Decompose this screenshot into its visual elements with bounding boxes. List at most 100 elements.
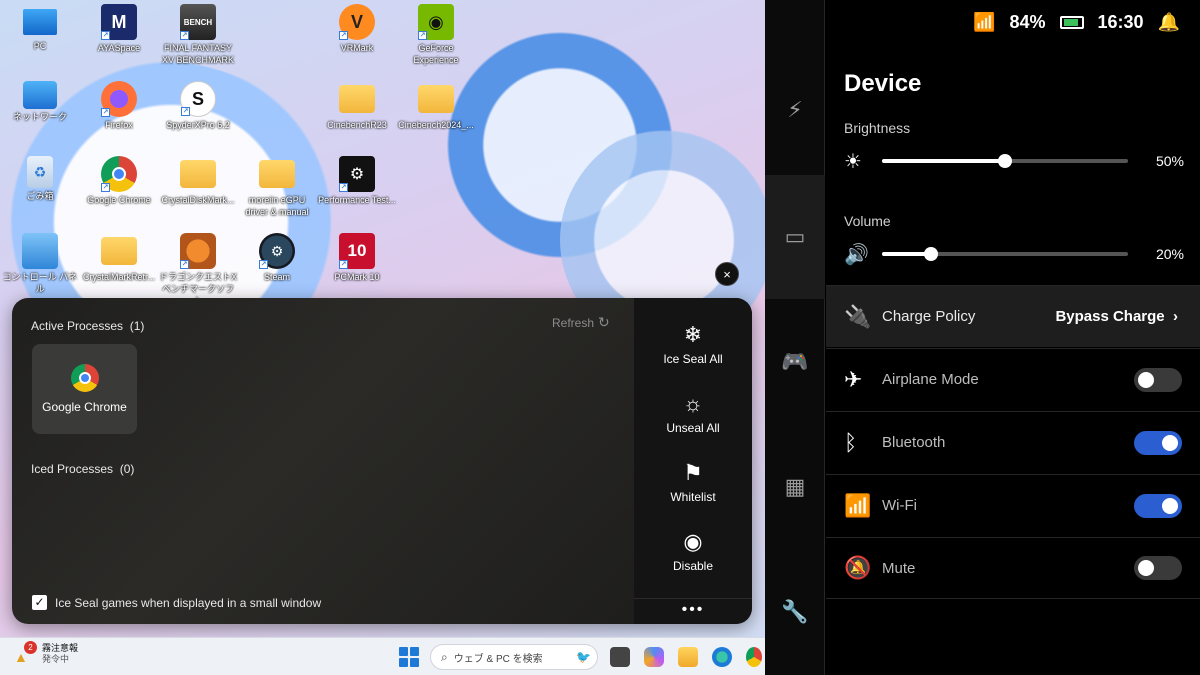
desktop-icon-crystalmark[interactable]: CrystalMarkRetr... (79, 233, 159, 283)
desktop-icon-performance-test[interactable]: ⚙ ↗ Performance Test... (317, 156, 397, 206)
desktop-icon-ayaspace[interactable]: M ↗ AYASpace (79, 4, 159, 54)
desktop-icon-network[interactable]: ネットワーク (0, 81, 80, 123)
geforce-icon: ◉ ↗ (418, 4, 454, 40)
brightness-track[interactable] (882, 154, 1128, 168)
bell-muted-icon: 🔕 (844, 555, 872, 580)
display-icon[interactable]: ▭ (765, 217, 825, 257)
mute-toggle[interactable] (1134, 556, 1182, 580)
edge-icon[interactable] (712, 647, 732, 667)
desktop-icon-cinebench-r23[interactable]: CinebenchR23 (317, 81, 397, 131)
desktop-icon-control-panel[interactable]: コントロール パネル (0, 233, 80, 295)
desktop-icon-egpu-driver[interactable]: moreiin eGPU driver & manual (237, 156, 317, 218)
wifi-icon: 📶 (844, 492, 872, 518)
plug-icon: 🔌 (844, 303, 872, 329)
volume-knob[interactable] (924, 247, 939, 261)
desktop-icon-label: Cinebench2024_... (398, 120, 474, 130)
volume-slider[interactable]: 🔊 20% (844, 242, 1184, 266)
vrmark-icon: V ↗ (339, 4, 375, 40)
brightness-knob[interactable] (998, 154, 1012, 168)
desktop-icon-chrome[interactable]: ↗ Google Chrome (79, 156, 159, 206)
desktop-icon-label: VRMark (340, 43, 374, 53)
refresh-button[interactable]: Refresh ↻ (552, 314, 610, 331)
desktop-icon-vrmark[interactable]: V ↗ VRMark (317, 4, 397, 54)
ice-seal-all-button[interactable]: ❄ Ice Seal All (634, 322, 752, 366)
desktop: PC M ↗ AYASpace BENCH ↗ FINAL FANTASY XV B… (0, 0, 765, 675)
checkmark-icon: ✓ (32, 595, 47, 610)
bluetooth-toggle[interactable] (1134, 430, 1182, 455)
airplane-mode-toggle[interactable] (1134, 367, 1182, 392)
more-options-button[interactable]: ••• (634, 598, 752, 619)
bluetooth-row[interactable]: ᛒ Bluetooth (826, 411, 1200, 473)
start-button[interactable] (399, 647, 419, 667)
desktop-icon-steam[interactable]: ⚙ ↗ Steam (237, 233, 317, 283)
taskbar: ▲ 2 霧注意報 発令中 ⌕ ウェブ & PC を検索 🐦 (0, 637, 765, 675)
iced-processes-heading: Iced Processes (0) (31, 462, 134, 476)
wifi-row[interactable]: 📶 Wi-Fi (826, 474, 1200, 536)
unseal-all-button[interactable]: ☼ Unseal All (634, 391, 752, 435)
volume-label: Volume (844, 213, 891, 229)
desktop-icon-geforce[interactable]: ◉ ↗ GeForce Experience (396, 4, 476, 66)
unseal-all-label: Unseal All (666, 421, 720, 435)
desktop-icon-ffxv[interactable]: BENCH ↗ FINAL FANTASY XV BENCHMARK (158, 4, 238, 66)
desktop-icon-label: SpyderXPro 6.2 (166, 120, 230, 130)
desktop-icon-spyder[interactable]: S ↗ SpyderXPro 6.2 (158, 81, 238, 131)
mute-row[interactable]: 🔕 Mute (826, 537, 1200, 599)
bluetooth-icon: ᛒ (844, 429, 858, 455)
ice-seal-checkbox-label: Ice Seal games when displayed in a small… (55, 595, 322, 610)
charge-policy-label: Charge Policy (882, 308, 976, 325)
weather-widget[interactable]: ▲ 2 霧注意報 発令中 (14, 641, 78, 665)
desktop-icon-pcmark[interactable]: 10 ↗ PCMark 10 (317, 233, 397, 283)
chrome-icon (70, 364, 99, 392)
brightness-slider[interactable]: ☀ 50% (844, 149, 1184, 173)
desktop-icon-dqx[interactable]: ↗ ドラゴンクエストX ベンチマークソフト (158, 233, 238, 307)
desktop-icon-recycle-bin[interactable]: ♻ ごみ箱 (0, 156, 80, 202)
desktop-icon-firefox[interactable]: ↗ Firefox (79, 81, 159, 131)
desktop-icon-label: moreiin eGPU driver & manual (245, 195, 309, 217)
desktop-icon-label: FINAL FANTASY XV BENCHMARK (161, 43, 234, 65)
chrome-taskbar-icon[interactable] (746, 647, 762, 667)
desktop-icon-pc[interactable]: PC (0, 4, 80, 52)
desktop-icon-label: AYASpace (97, 43, 141, 53)
firefox-icon: ↗ (101, 81, 137, 117)
monitor-icon (23, 9, 57, 35)
charge-policy-row[interactable]: 🔌 Charge Policy Bypass Charge › (826, 285, 1200, 347)
desktop-icon-label: CrystalMarkRetr... (82, 272, 155, 282)
disable-button[interactable]: ◉ Disable (634, 529, 752, 573)
battery-percent: 84% (1009, 12, 1046, 32)
whitelist-label: Whitelist (670, 490, 716, 504)
volume-track[interactable] (882, 247, 1128, 261)
battery-charging-icon (1059, 16, 1084, 29)
disable-label: Disable (672, 559, 714, 573)
airplane-mode-row[interactable]: ✈ Airplane Mode (826, 348, 1200, 410)
brightness-label: Brightness (844, 120, 911, 136)
wifi-label: Wi-Fi (882, 497, 917, 514)
pcmark-icon: 10 ↗ (339, 233, 375, 269)
page-title: Device (844, 70, 922, 97)
desktop-icon-label: CrystalDiskMark... (161, 195, 235, 205)
iced-processes-label: Iced Processes (31, 462, 114, 476)
active-processes-heading: Active Processes (1) (31, 319, 144, 333)
desktop-icon-cinebench-2024[interactable]: Cinebench2024_... (396, 81, 476, 131)
ice-seal-small-window-checkbox[interactable]: ✓ Ice Seal games when displayed in a sma… (32, 595, 321, 610)
ice-seal-all-label: Ice Seal All (663, 352, 723, 366)
lightning-icon[interactable]: ⚡ (765, 90, 825, 130)
wifi-toggle[interactable] (1134, 493, 1182, 518)
process-card-google-chrome[interactable]: Google Chrome (32, 344, 137, 434)
task-view-icon[interactable] (610, 647, 630, 667)
apps-grid-icon[interactable]: ▦ (765, 467, 825, 507)
desktop-icon-label: GeForce Experience (413, 43, 459, 65)
desktop-icon-crystaldiskmark[interactable]: CrystalDiskMark... (158, 156, 238, 206)
copilot-icon[interactable] (644, 647, 664, 667)
ffxv-icon: BENCH ↗ (180, 4, 216, 40)
taskbar-search[interactable]: ⌕ ウェブ & PC を検索 🐦 (430, 644, 598, 670)
weather-warning-icon: ▲ 2 (14, 641, 37, 665)
wrench-icon[interactable]: 🔧 (765, 592, 825, 632)
desktop-icon-label: CinebenchR23 (327, 120, 387, 130)
dqx-icon: ↗ (180, 233, 216, 269)
whitelist-button[interactable]: ⚑ Whitelist (634, 460, 752, 504)
gamepad-icon[interactable]: 🎮 (765, 342, 825, 382)
panel-close-button[interactable]: × (715, 262, 739, 286)
network-icon (23, 81, 57, 109)
file-explorer-icon[interactable] (678, 647, 698, 667)
notification-bell-icon[interactable]: 🔔 (1158, 12, 1180, 33)
